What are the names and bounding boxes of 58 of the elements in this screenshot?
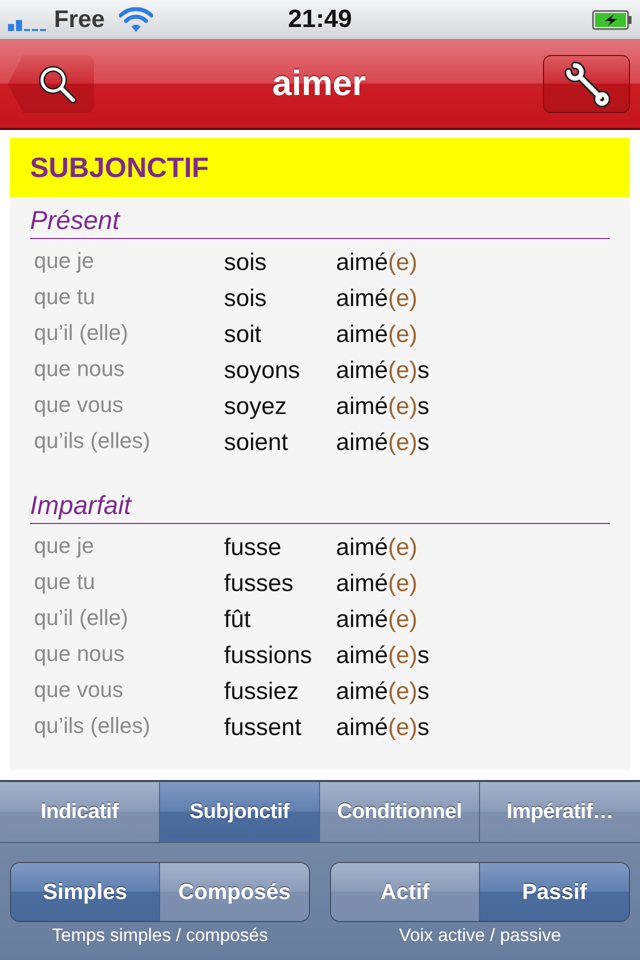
wifi-icon	[118, 6, 153, 32]
tense-option[interactable]: Composés	[160, 863, 309, 921]
auxiliary-verb: fût	[224, 606, 251, 634]
pronoun-text: que tu	[34, 284, 96, 310]
mood-tab[interactable]: Conditionnel	[320, 782, 480, 842]
participle-text: aimé(e)	[336, 606, 418, 634]
pronoun-text: que tu	[34, 569, 96, 595]
wrench-icon	[564, 61, 610, 107]
pronoun-text: que je	[34, 533, 94, 559]
tense-option[interactable]: Simples	[11, 863, 160, 921]
auxiliary-verb: sois	[224, 249, 267, 277]
search-back-button[interactable]	[8, 55, 94, 113]
mood-tab[interactable]: Indicatif	[0, 782, 160, 842]
verb-title: aimer	[272, 64, 366, 104]
battery-charging-icon	[592, 10, 632, 30]
participle-text: aimé(e)s	[336, 393, 430, 421]
mood-heading: SUBJONCTIF	[10, 138, 630, 197]
participle-text: aimé(e)	[336, 321, 418, 349]
participle-text: aimé(e)	[336, 534, 418, 562]
auxiliary-verb: fussions	[224, 642, 312, 670]
pronoun-text: qu’ils (elles)	[34, 428, 150, 454]
participle-text: aimé(e)s	[336, 357, 430, 385]
auxiliary-verb: fusse	[224, 534, 282, 562]
auxiliary-verb: sois	[224, 285, 267, 313]
settings-button[interactable]	[543, 55, 630, 113]
participle-text: aimé(e)	[336, 570, 418, 598]
participle-text: aimé(e)s	[336, 429, 430, 457]
pronoun-text: que vous	[34, 677, 124, 703]
mood-tab[interactable]: Subjonctif	[160, 782, 320, 842]
pronoun-text: que je	[34, 248, 94, 274]
auxiliary-verb: soyons	[224, 357, 300, 385]
clock-time: 21:49	[288, 5, 352, 34]
pronoun-text: que vous	[34, 392, 124, 418]
pronoun-text: qu’il (elle)	[34, 605, 128, 631]
pronoun-text: que nous	[34, 641, 125, 667]
participle-text: aimé(e)s	[336, 678, 430, 706]
participle-text: aimé(e)	[336, 249, 418, 277]
pronoun-text: qu’il (elle)	[34, 320, 128, 346]
pronoun-text: qu’ils (elles)	[34, 713, 150, 739]
participle-text: aimé(e)	[336, 285, 418, 313]
auxiliary-verb: soient	[224, 429, 288, 457]
auxiliary-verb: fussiez	[224, 678, 299, 706]
voice-option[interactable]: Actif	[331, 863, 480, 921]
tense-caption: Temps simples / composés	[52, 925, 268, 946]
tense-heading: Présent	[30, 202, 610, 239]
auxiliary-verb: fussent	[224, 714, 302, 742]
participle-text: aimé(e)s	[336, 642, 430, 670]
voice-option[interactable]: Passif	[480, 863, 629, 921]
tense-heading: Imparfait	[30, 487, 610, 524]
mood-tab[interactable]: Impératif…	[480, 782, 640, 842]
search-icon	[37, 64, 77, 104]
participle-text: aimé(e)s	[336, 714, 430, 742]
voice-caption: Voix active / passive	[398, 925, 562, 946]
auxiliary-verb: soit	[224, 321, 262, 349]
auxiliary-verb: fusses	[224, 570, 294, 598]
auxiliary-verb: soyez	[224, 393, 287, 421]
pronoun-text: que nous	[34, 356, 125, 382]
carrier-name: Free	[54, 6, 105, 34]
